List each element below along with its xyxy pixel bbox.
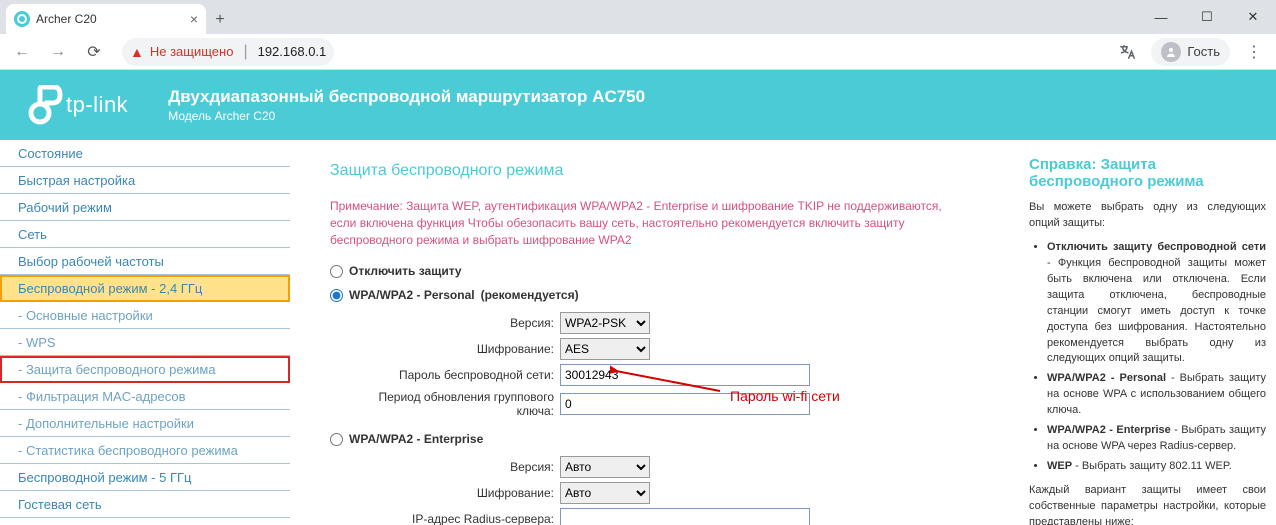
tab-title: Archer C20 — [36, 12, 184, 26]
logo: tp-link — [24, 85, 128, 125]
radius-ip-label: IP-адрес Radius-сервера: — [340, 512, 560, 525]
sidebar-item-7[interactable]: - WPS — [0, 329, 290, 356]
sidebar-item-8[interactable]: - Защита беспроводного режима — [0, 356, 290, 383]
logo-text: tp-link — [66, 92, 128, 118]
back-button[interactable]: ← — [6, 36, 38, 68]
sidebar-item-10[interactable]: - Дополнительные настройки — [0, 410, 290, 437]
avatar-icon — [1161, 42, 1181, 62]
security-chip[interactable]: ▲ Не защищено | 192.168.0.1 — [122, 38, 334, 66]
radio-personal-label: WPA/WPA2 - Personal — [349, 288, 475, 302]
window-controls: — ☐ ✕ — [1138, 0, 1276, 34]
sidebar-item-12[interactable]: Беспроводной режим - 5 ГГц — [0, 464, 290, 491]
radio-enterprise[interactable] — [330, 433, 343, 446]
radio-disable-label: Отключить защиту — [349, 264, 462, 278]
ent-encryption-select[interactable]: Авто — [560, 482, 650, 504]
radio-disable[interactable] — [330, 265, 343, 278]
page-title: Защита беспроводного режима — [330, 162, 971, 180]
radio-enterprise-label: WPA/WPA2 - Enterprise — [349, 432, 483, 446]
sidebar-item-3[interactable]: Сеть — [0, 221, 290, 248]
ent-version-select[interactable]: Авто — [560, 456, 650, 478]
sidebar-item-0[interactable]: Состояние — [0, 140, 290, 167]
option-personal[interactable]: WPA/WPA2 - Personal (рекомендуется) — [330, 288, 971, 302]
password-label: Пароль беспроводной сети: — [340, 368, 560, 382]
note-text: Примечание: Защита WEP, аутентификация W… — [330, 198, 971, 248]
gkup-input[interactable] — [560, 393, 810, 415]
option-disable[interactable]: Отключить защиту — [330, 264, 971, 278]
radio-personal[interactable] — [330, 289, 343, 302]
sidebar-item-13[interactable]: Гостевая сеть — [0, 491, 290, 518]
radio-personal-suffix: (рекомендуется) — [481, 288, 579, 302]
sidebar-item-11[interactable]: - Статистика беспроводного режима — [0, 437, 290, 464]
router-header: tp-link Двухдиапазонный беспроводной мар… — [0, 70, 1276, 140]
url-text: 192.168.0.1 — [258, 44, 327, 59]
reload-button[interactable]: ⟳ — [78, 36, 110, 68]
help-bullet-2: WPA/WPA2 - Enterprise - Выбрать защиту н… — [1047, 423, 1266, 455]
close-icon[interactable]: × — [190, 11, 198, 27]
radius-ip-input[interactable] — [560, 508, 810, 525]
close-window-button[interactable]: ✕ — [1230, 0, 1276, 34]
password-input[interactable] — [560, 364, 810, 386]
sidebar-item-4[interactable]: Выбор рабочей частоты — [0, 248, 290, 275]
forward-button[interactable]: → — [42, 36, 74, 68]
browser-tab-strip: Archer C20 × + — ☐ ✕ — [0, 0, 1276, 34]
sidebar-item-6[interactable]: - Основные настройки — [0, 302, 290, 329]
address-bar: ← → ⟳ ▲ Не защищено | 192.168.0.1 Гость … — [0, 34, 1276, 70]
main-content: Защита беспроводного режима Примечание: … — [290, 140, 1011, 525]
logo-icon — [24, 85, 64, 125]
ent-encryption-label: Шифрование: — [340, 486, 560, 500]
header-title: Двухдиапазонный беспроводной маршрутизат… — [168, 87, 645, 107]
help-para2: Каждый вариант защиты имеет свои собстве… — [1029, 483, 1266, 525]
sidebar-item-2[interactable]: Рабочий режим — [0, 194, 290, 221]
sidebar: СостояниеБыстрая настройкаРабочий режимС… — [0, 140, 290, 525]
warning-icon: ▲ — [130, 44, 144, 60]
help-panel: Справка: Защита беспроводного режима Вы … — [1011, 140, 1276, 525]
help-bullet-3: WEP - Выбрать защиту 802.11 WEP. — [1047, 459, 1266, 475]
new-tab-button[interactable]: + — [206, 6, 234, 34]
version-label: Версия: — [340, 316, 560, 330]
encryption-label: Шифрование: — [340, 342, 560, 356]
sidebar-item-9[interactable]: - Фильтрация MAC-адресов — [0, 383, 290, 410]
guest-label: Гость — [1187, 44, 1220, 59]
version-select[interactable]: WPA2-PSK — [560, 312, 650, 334]
option-enterprise[interactable]: WPA/WPA2 - Enterprise — [330, 432, 971, 446]
profile-button[interactable]: Гость — [1151, 38, 1230, 66]
insecure-label: Не защищено — [150, 44, 234, 59]
help-intro: Вы можете выбрать одну из следующих опци… — [1029, 200, 1266, 232]
menu-button[interactable]: ⋮ — [1238, 36, 1270, 68]
minimize-button[interactable]: — — [1138, 0, 1184, 34]
encryption-select[interactable]: AES — [560, 338, 650, 360]
sidebar-item-14[interactable]: DHCP — [0, 518, 290, 525]
help-bullet-1: WPA/WPA2 - Personal - Выбрать защиту на … — [1047, 371, 1266, 419]
tab-favicon-icon — [14, 11, 30, 27]
gkup-label: Период обновления группового ключа: — [340, 390, 560, 418]
translate-icon[interactable] — [1111, 36, 1143, 68]
header-subtitle: Модель Archer C20 — [168, 109, 645, 123]
browser-tab[interactable]: Archer C20 × — [6, 4, 206, 34]
sidebar-item-1[interactable]: Быстрая настройка — [0, 167, 290, 194]
ent-version-label: Версия: — [340, 460, 560, 474]
help-title: Справка: Защита беспроводного режима — [1029, 156, 1266, 190]
help-bullet-0: Отключить защиту беспроводной сети - Фун… — [1047, 240, 1266, 368]
maximize-button[interactable]: ☐ — [1184, 0, 1230, 34]
sidebar-item-5[interactable]: Беспроводной режим - 2,4 ГГц — [0, 275, 290, 302]
help-bullet-list: Отключить защиту беспроводной сети - Фун… — [1029, 240, 1266, 475]
url-separator: | — [243, 43, 247, 61]
